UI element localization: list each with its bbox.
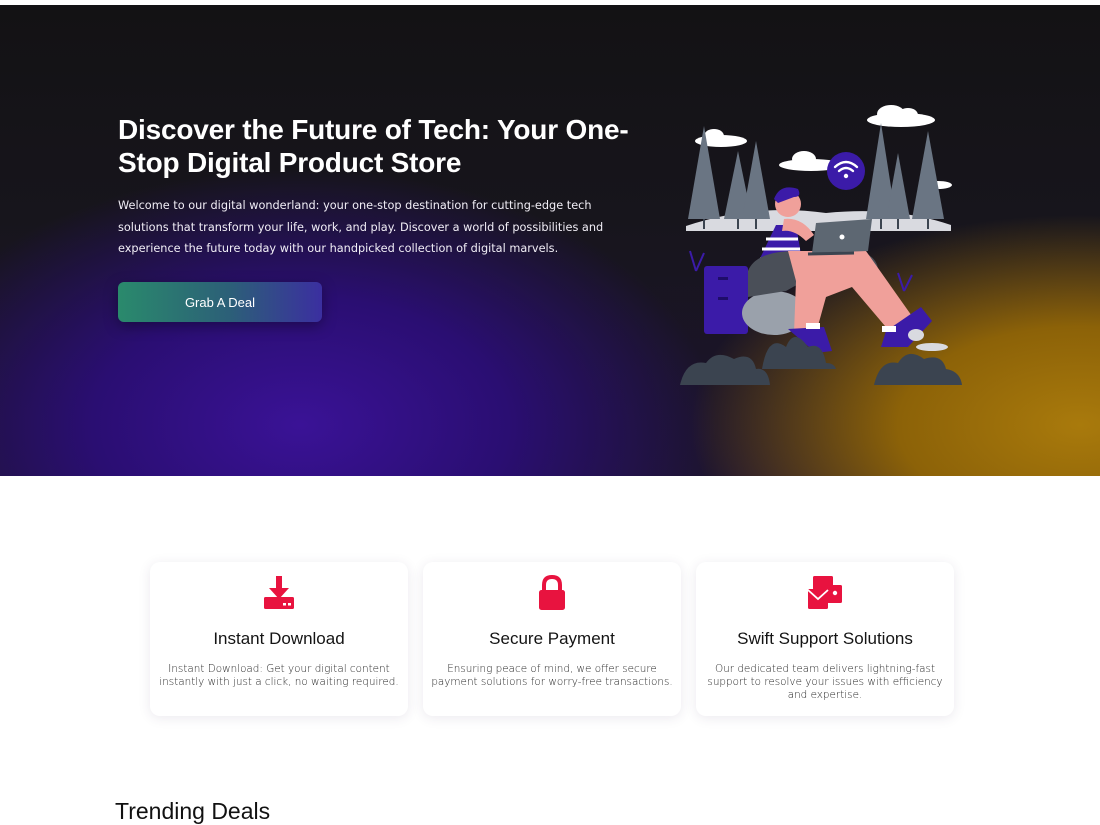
download-icon (264, 576, 294, 609)
feature-card-instant-download: Instant Download Instant Download: Get y… (150, 562, 408, 716)
feature-card-secure-payment: Secure Payment Ensuring peace of mind, w… (423, 562, 681, 716)
feature-title: Swift Support Solutions (737, 629, 913, 648)
grab-a-deal-button[interactable]: Grab A Deal (118, 282, 322, 322)
person-with-laptop-illustration (680, 105, 962, 385)
feature-title: Instant Download (213, 629, 345, 648)
hero-title: Discover the Future of Tech: Your One-St… (118, 114, 629, 178)
feature-text: Instant Download: Get your digital conte… (159, 663, 399, 688)
feature-text: Our dedicated team delivers lightning-fa… (707, 663, 943, 701)
feature-card-swift-support: Swift Support Solutions Our dedicated te… (696, 562, 954, 716)
lock-icon (539, 575, 565, 610)
trending-deals-heading: Trending Deals (115, 798, 271, 824)
feature-text: Ensuring peace of mind, we offer secure … (431, 663, 673, 688)
hero-description: Welcome to our digital wonderland: your … (118, 199, 604, 255)
features-section: Instant Download Instant Download: Get y… (150, 562, 954, 716)
mail-support-icon (807, 576, 842, 609)
feature-title: Secure Payment (489, 629, 615, 648)
hero-section: Discover the Future of Tech: Your One-St… (0, 5, 1100, 476)
